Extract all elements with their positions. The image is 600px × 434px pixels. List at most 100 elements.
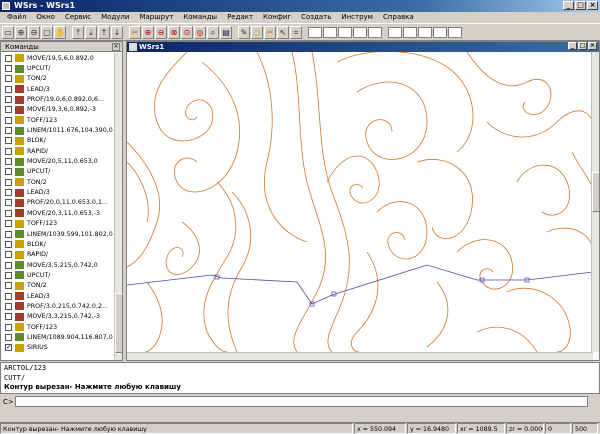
drawing-canvas[interactable] bbox=[127, 52, 593, 352]
menu-item[interactable]: Справка bbox=[378, 12, 419, 23]
menu-item[interactable]: Создать bbox=[296, 12, 336, 23]
toolbar-field[interactable] bbox=[353, 26, 367, 38]
menu-item[interactable]: Окно bbox=[31, 12, 60, 23]
command-checkbox[interactable] bbox=[5, 323, 12, 331]
command-list-item[interactable]: RAPID/ bbox=[1, 250, 115, 260]
command-checkbox[interactable] bbox=[5, 251, 12, 259]
close-button[interactable]: × bbox=[588, 42, 597, 50]
menu-item[interactable]: Маршрут bbox=[134, 12, 178, 23]
command-checkbox[interactable] bbox=[5, 168, 12, 176]
command-list-item[interactable]: PROF/3,0,215,0.742,0,2... bbox=[1, 301, 115, 311]
command-list-item[interactable]: ✓ SIRIUS bbox=[1, 343, 115, 353]
arrow-up-bar-icon[interactable]: ⤒ bbox=[72, 25, 84, 39]
command-list-item[interactable]: RAPID/ bbox=[1, 146, 115, 156]
maximize-button[interactable]: □ bbox=[578, 42, 587, 50]
command-checkbox[interactable] bbox=[5, 96, 12, 104]
command-checkbox[interactable] bbox=[5, 240, 12, 248]
scroll-thumb[interactable] bbox=[115, 293, 123, 353]
toolbar-field[interactable] bbox=[433, 26, 447, 38]
menu-item[interactable]: Команды bbox=[178, 12, 222, 23]
zoom-in-red-icon[interactable]: ⊕ bbox=[142, 25, 154, 39]
drawing-window-titlebar[interactable]: WSrs1 _ □ × bbox=[127, 42, 599, 52]
command-checkbox[interactable] bbox=[5, 209, 12, 217]
title-bar[interactable]: WSrs - WSrs1 _ □ × bbox=[0, 0, 600, 12]
menu-item[interactable]: Инструм bbox=[336, 12, 378, 23]
command-list-item[interactable]: TON/2 bbox=[1, 177, 115, 187]
command-checkbox[interactable] bbox=[5, 189, 12, 197]
command-list-item[interactable]: TOFF/123 bbox=[1, 115, 115, 125]
toolbar-field[interactable] bbox=[403, 26, 417, 38]
zoom-in-icon[interactable]: ⊕ bbox=[15, 25, 27, 39]
menu-item[interactable]: Модули bbox=[96, 12, 134, 23]
arrow-down-bar-icon[interactable]: ⤓ bbox=[85, 25, 97, 39]
command-list-item[interactable]: MOVE/20,3,11,0.653,-3 bbox=[1, 208, 115, 218]
command-list-item[interactable]: UPCUT/ bbox=[1, 167, 115, 177]
command-input[interactable] bbox=[15, 396, 588, 407]
command-list-item[interactable]: MOVE/19,5,6,0.892,0 bbox=[1, 53, 115, 63]
command-list-item[interactable]: TOFF/123 bbox=[1, 219, 115, 229]
command-list-item[interactable]: MOVE/3,5,215,0.742,0 bbox=[1, 260, 115, 270]
close-icon[interactable]: × bbox=[112, 43, 120, 51]
command-list-item[interactable]: BLOK/ bbox=[1, 136, 115, 146]
zoom-out-icon[interactable]: ⊖ bbox=[28, 25, 40, 39]
minimize-button[interactable]: _ bbox=[563, 1, 574, 10]
maximize-button[interactable]: □ bbox=[575, 1, 586, 10]
command-checkbox[interactable] bbox=[5, 178, 12, 186]
command-checkbox[interactable] bbox=[5, 137, 12, 145]
command-checkbox[interactable] bbox=[5, 106, 12, 114]
command-checkbox[interactable] bbox=[5, 230, 12, 238]
command-checkbox[interactable] bbox=[5, 85, 12, 93]
menu-item[interactable]: Файл bbox=[2, 12, 31, 23]
command-list-item[interactable]: PROF/20,0,11,0.653,0,1... bbox=[1, 198, 115, 208]
command-checkbox[interactable] bbox=[5, 220, 12, 228]
command-checkbox[interactable] bbox=[5, 158, 12, 166]
commands-scrollbar[interactable] bbox=[114, 53, 123, 360]
arrow-down-icon[interactable]: ↓ bbox=[111, 25, 123, 39]
scroll-thumb[interactable] bbox=[592, 172, 599, 212]
zoom-prev-icon[interactable]: ⊗ bbox=[168, 25, 180, 39]
zoom-extents-icon[interactable]: ◎ bbox=[194, 25, 206, 39]
command-list-item[interactable]: BLOK/ bbox=[1, 239, 115, 249]
command-list-item[interactable]: PROF/19,0,6,0.892,0,6... bbox=[1, 94, 115, 104]
search-icon[interactable]: ⌕ bbox=[207, 25, 219, 39]
toolbar-field[interactable] bbox=[418, 26, 432, 38]
command-list-item[interactable]: LINEM/1011.676,104.390,0 bbox=[1, 125, 115, 135]
command-list-item[interactable]: LINEM/1039.599,101.802,0 bbox=[1, 229, 115, 239]
drawing-horizontal-scrollbar[interactable] bbox=[127, 352, 593, 360]
menu-item[interactable]: Сервис bbox=[60, 12, 96, 23]
command-checkbox[interactable] bbox=[5, 261, 12, 269]
command-checkbox[interactable] bbox=[5, 54, 12, 62]
toolbar-field[interactable] bbox=[368, 26, 382, 38]
command-checkbox[interactable] bbox=[5, 199, 12, 207]
command-checkbox[interactable] bbox=[5, 333, 12, 341]
command-list-item[interactable]: LEAD/3 bbox=[1, 187, 115, 197]
command-list-item[interactable]: LEAD/3 bbox=[1, 84, 115, 94]
minimize-button[interactable]: _ bbox=[568, 42, 577, 50]
command-checkbox[interactable] bbox=[5, 302, 12, 310]
command-checkbox[interactable] bbox=[5, 292, 12, 300]
menu-item[interactable]: Конфиг bbox=[258, 12, 296, 23]
document-icon[interactable]: ▭ bbox=[2, 25, 14, 39]
command-checkbox[interactable] bbox=[5, 313, 12, 321]
menu-item[interactable]: Редакт bbox=[222, 12, 258, 23]
toolbar-field[interactable] bbox=[323, 26, 337, 38]
command-checkbox[interactable] bbox=[5, 271, 12, 279]
zoom-out-red-icon[interactable]: ⊖ bbox=[155, 25, 167, 39]
command-list-item[interactable]: TON/2 bbox=[1, 281, 115, 291]
command-list-item[interactable]: MOVE/3,3,215,0.742,-3 bbox=[1, 312, 115, 322]
hand-icon[interactable]: ✋ bbox=[54, 25, 66, 39]
arrow-up-icon[interactable]: ↑ bbox=[98, 25, 110, 39]
coordinates-icon[interactable]: ⌗ bbox=[290, 25, 302, 39]
command-list-item[interactable]: MOVE/19,3,6,0.892,-3 bbox=[1, 105, 115, 115]
command-checkbox[interactable]: ✓ bbox=[5, 344, 12, 352]
cut-icon[interactable]: ✂ bbox=[264, 25, 276, 39]
toolbar-field[interactable] bbox=[448, 26, 462, 38]
command-list-item[interactable]: TON/2 bbox=[1, 74, 115, 84]
command-list-item[interactable]: LEAD/3 bbox=[1, 291, 115, 301]
toolbar-field[interactable] bbox=[308, 26, 322, 38]
toolbar-field[interactable] bbox=[388, 26, 402, 38]
command-list-item[interactable]: LINEM/1089.904,116.807,0 bbox=[1, 332, 115, 342]
drawing-vertical-scrollbar[interactable] bbox=[591, 52, 599, 352]
command-list-item[interactable]: UPCUT/ bbox=[1, 63, 115, 73]
command-checkbox[interactable] bbox=[5, 127, 12, 135]
